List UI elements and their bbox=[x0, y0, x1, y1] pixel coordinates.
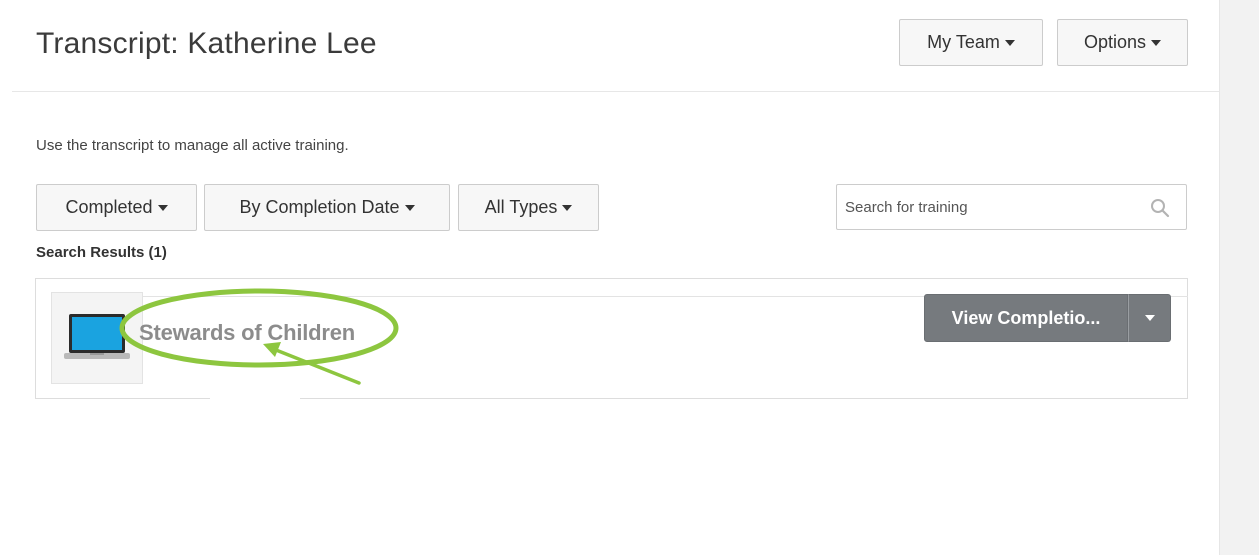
thumbnail-gap bbox=[210, 397, 300, 401]
header-divider bbox=[12, 91, 1219, 92]
sort-filter-label: By Completion Date bbox=[239, 197, 400, 217]
chevron-down-icon bbox=[562, 205, 573, 211]
view-completion-label: View Completio... bbox=[951, 307, 1101, 328]
search-results-count: Search Results (1) bbox=[36, 244, 167, 261]
search-box bbox=[836, 184, 1187, 230]
type-filter-dropdown[interactable]: All Types bbox=[458, 184, 599, 231]
page-title: Transcript: Katherine Lee bbox=[36, 27, 377, 60]
type-filter-label: All Types bbox=[484, 197, 558, 217]
right-scroll-rail bbox=[1219, 0, 1259, 555]
view-options-dropdown-button[interactable] bbox=[1128, 294, 1171, 342]
options-dropdown[interactable]: Options bbox=[1057, 19, 1188, 66]
status-filter-label: Completed bbox=[65, 197, 153, 217]
chevron-down-icon bbox=[157, 205, 168, 211]
search-input[interactable] bbox=[845, 185, 1145, 229]
chevron-down-icon bbox=[1004, 40, 1015, 46]
chevron-down-icon bbox=[1151, 40, 1162, 46]
laptop-icon bbox=[64, 314, 130, 359]
transcript-page: Transcript: Katherine Lee My Team Option… bbox=[0, 0, 1259, 555]
sort-filter-dropdown[interactable]: By Completion Date bbox=[204, 184, 450, 231]
options-label: Options bbox=[1083, 32, 1147, 52]
my-team-dropdown[interactable]: My Team bbox=[899, 19, 1043, 66]
status-filter-dropdown[interactable]: Completed bbox=[36, 184, 197, 231]
training-title-link[interactable]: Stewards of Children bbox=[139, 320, 355, 346]
view-completion-button[interactable]: View Completio... bbox=[924, 294, 1128, 342]
search-icon[interactable] bbox=[1150, 198, 1170, 218]
intro-text: Use the transcript to manage all active … bbox=[36, 137, 349, 154]
chevron-down-icon bbox=[1144, 315, 1155, 321]
chevron-down-icon bbox=[404, 205, 415, 211]
my-team-label: My Team bbox=[927, 32, 1000, 52]
